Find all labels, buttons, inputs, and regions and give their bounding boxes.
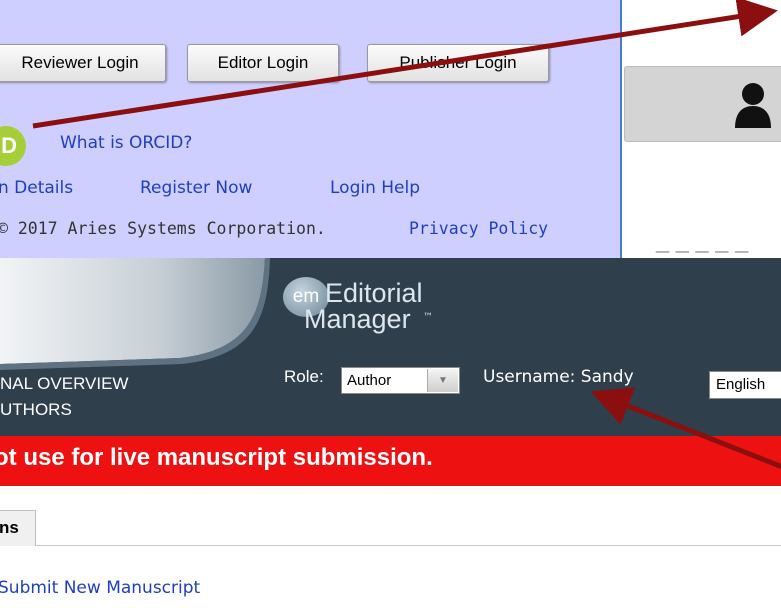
cropped-text: — — — — —	[655, 247, 750, 257]
publisher-login-button[interactable]: Publisher Login	[367, 44, 549, 82]
login-help-link[interactable]: Login Help	[330, 178, 420, 198]
editor-login-button[interactable]: Editor Login	[187, 44, 339, 82]
role-label: Role:	[284, 367, 324, 386]
register-now-link[interactable]: Register Now	[140, 178, 252, 198]
login-details-link[interactable]: n Details	[0, 178, 73, 198]
warning-banner-text: ot use for live manuscript submission.	[0, 444, 433, 471]
privacy-policy-link[interactable]: Privacy Policy	[409, 219, 548, 238]
what-is-orcid-link[interactable]: What is ORCID?	[60, 133, 192, 153]
journal-overview-link[interactable]: NAL OVERVIEW	[0, 374, 128, 394]
tab-submissions[interactable]: ns	[0, 510, 36, 546]
role-select[interactable]: Author ▼	[341, 367, 460, 394]
submit-new-manuscript-link[interactable]: Submit New Manuscript	[0, 578, 200, 598]
tab-row	[0, 486, 781, 546]
person-icon	[735, 83, 771, 128]
for-authors-link[interactable]: UTHORS	[0, 400, 72, 420]
username-display: Username: Sandy	[483, 367, 634, 387]
reviewer-login-button[interactable]: Reviewer Login	[0, 44, 166, 82]
dropdown-arrow-icon[interactable]: ▼	[427, 369, 458, 392]
language-select[interactable]: English	[709, 371, 781, 399]
logo-title-line2: Manager	[304, 304, 411, 334]
role-value: Author	[347, 372, 392, 389]
copyright-text: © 2017 Aries Systems Corporation.	[0, 219, 326, 238]
logo-trademark: ™	[423, 312, 433, 323]
